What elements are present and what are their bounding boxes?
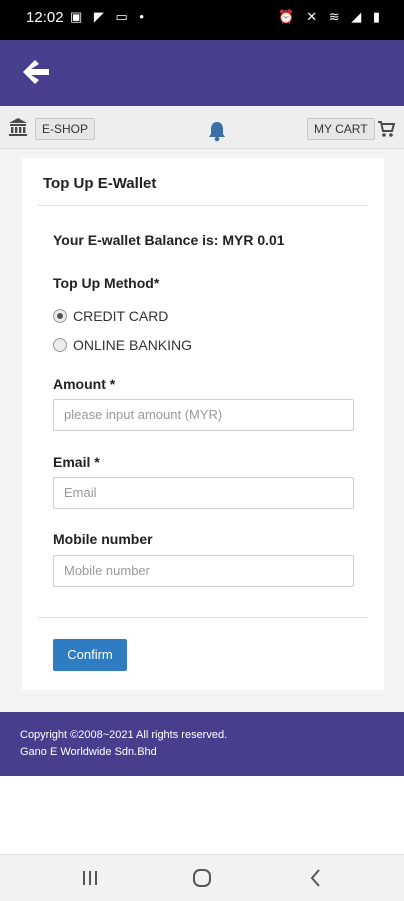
back-arrow-icon[interactable] — [18, 54, 54, 90]
back-nav-icon[interactable] — [304, 867, 328, 889]
mobile-label: Mobile number — [53, 531, 153, 547]
blank-area — [0, 776, 404, 854]
home-icon[interactable] — [190, 867, 214, 889]
credit-card-option[interactable]: CREDIT CARD — [53, 308, 168, 324]
amount-label: Amount * — [53, 376, 116, 392]
system-nav-bar — [0, 854, 404, 901]
online-banking-label: ONLINE BANKING — [73, 337, 193, 353]
my-cart-button[interactable]: MY CART — [307, 118, 375, 140]
top-up-method-label: Top Up Method* — [53, 275, 160, 291]
divider — [38, 617, 368, 618]
confirm-button[interactable]: Confirm — [53, 639, 127, 671]
amount-input[interactable]: please input amount (MYR) — [53, 399, 354, 431]
credit-card-label: CREDIT CARD — [73, 308, 169, 324]
divider — [38, 205, 368, 206]
company-name: Gano E Worldwide Sdn.Bhd — [20, 746, 157, 758]
status-time: 12:02 — [26, 9, 64, 26]
copyright-text: Copyright ©2008~2021 All rights reserved… — [20, 729, 228, 741]
notification-icons: ▣ ◤ ▭ • — [70, 9, 148, 24]
eshop-button[interactable]: E-SHOP — [35, 118, 96, 140]
card-title: Top Up E-Wallet — [43, 175, 157, 192]
top-up-card: Top Up E-Wallet Your E-wallet Balance is… — [22, 158, 384, 690]
system-status-icons: ⏰ ✕ ≋ ◢ ▮ — [278, 9, 384, 24]
mobile-input[interactable]: Mobile number — [53, 555, 354, 587]
recent-apps-icon[interactable] — [78, 867, 102, 889]
footer: Copyright ©2008~2021 All rights reserved… — [0, 712, 404, 776]
shop-toolbar: E-SHOP MY CART — [0, 106, 404, 149]
online-banking-radio[interactable] — [53, 338, 67, 352]
email-label: Email * — [53, 454, 100, 470]
email-input[interactable]: Email — [53, 477, 354, 509]
cart-icon[interactable] — [377, 120, 396, 138]
credit-card-radio[interactable] — [53, 309, 67, 323]
status-bar: 12:02 ▣ ◤ ▭ • ⏰ ✕ ≋ ◢ ▮ — [0, 0, 404, 40]
bell-icon[interactable] — [207, 120, 227, 142]
bank-icon[interactable] — [8, 117, 28, 137]
online-banking-option[interactable]: ONLINE BANKING — [53, 337, 192, 353]
wallet-balance: Your E-wallet Balance is: MYR 0.01 — [53, 232, 285, 248]
app-bar — [0, 40, 404, 106]
